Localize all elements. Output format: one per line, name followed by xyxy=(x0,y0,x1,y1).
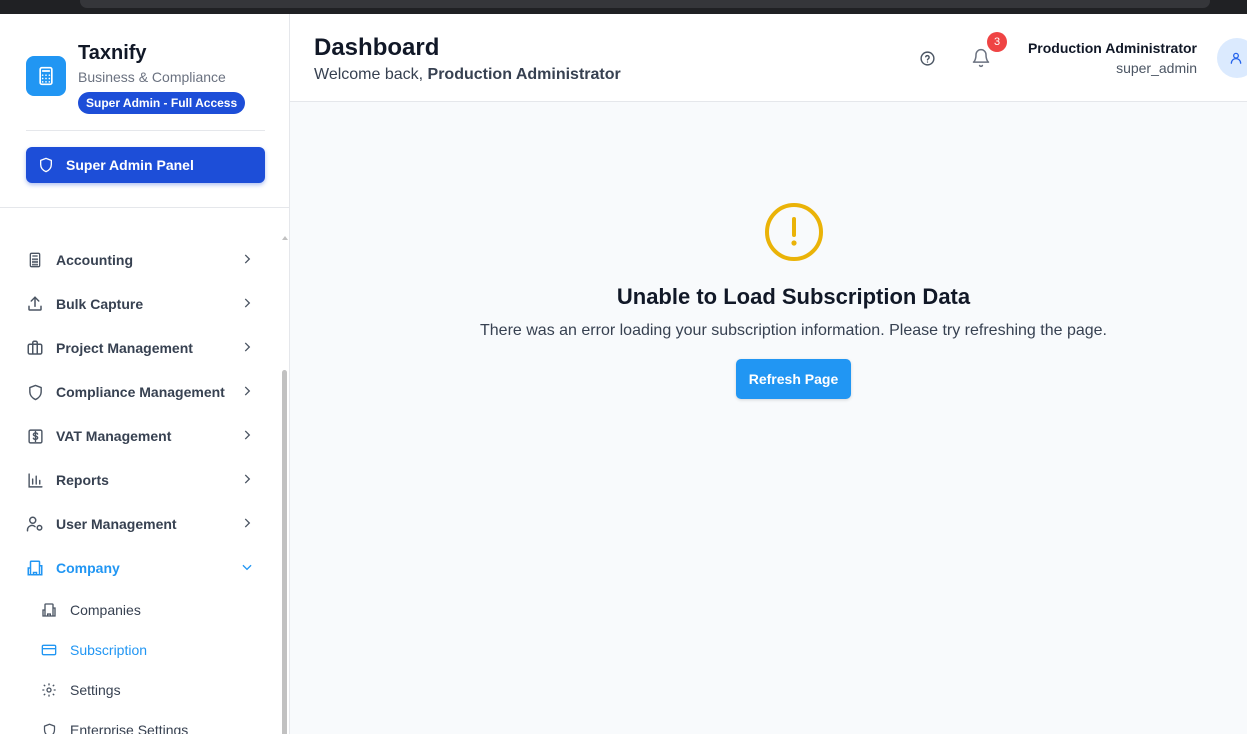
sidebar-subitem-companies[interactable]: Companies xyxy=(0,590,280,630)
user-role: super_admin xyxy=(1116,60,1197,76)
gear-icon xyxy=(41,682,57,698)
error-message: There was an error loading your subscrip… xyxy=(480,322,1107,339)
sidebar-item-label: Accounting xyxy=(56,252,133,268)
page-title: Dashboard xyxy=(314,34,440,61)
warning-circle-icon xyxy=(764,202,824,262)
chevron-right-icon xyxy=(240,296,254,310)
sidebar-item-vat-management[interactable]: VAT Management xyxy=(0,414,280,458)
sidebar-scrollbar[interactable] xyxy=(281,236,288,734)
top-header: Dashboard Welcome back, Production Admin… xyxy=(290,14,1247,102)
chevron-right-icon xyxy=(240,340,254,354)
sidebar-item-reports[interactable]: Reports xyxy=(0,458,280,502)
user-icon xyxy=(1229,51,1243,65)
notification-count-badge: 3 xyxy=(987,32,1007,52)
chevron-right-icon xyxy=(240,384,254,398)
welcome-message: Welcome back, Production Administrator xyxy=(314,66,621,84)
shield-icon xyxy=(38,157,54,173)
sidebar-subitem-enterprise-settings[interactable]: Enterprise Settings xyxy=(0,710,280,734)
divider xyxy=(26,130,265,131)
sidebar-item-bulk-capture[interactable]: Bulk Capture xyxy=(0,282,280,326)
question-circle-icon xyxy=(919,50,936,67)
divider xyxy=(0,207,289,208)
sidebar-item-label: Compliance Management xyxy=(56,384,225,400)
dollar-square-icon xyxy=(26,427,44,445)
building-icon xyxy=(26,559,44,577)
building-icon xyxy=(41,602,57,618)
sidebar: Taxnify Business & Compliance Super Admi… xyxy=(0,14,290,734)
calculator-icon xyxy=(26,251,44,269)
brand-name: Taxnify xyxy=(78,42,147,64)
browser-toolbar xyxy=(0,0,1247,14)
refresh-page-button[interactable]: Refresh Page xyxy=(736,359,851,399)
avatar[interactable] xyxy=(1217,38,1247,78)
brand-subtitle: Business & Compliance xyxy=(78,69,226,85)
chevron-right-icon xyxy=(240,516,254,530)
sidebar-item-user-management[interactable]: User Management xyxy=(0,502,280,546)
sidebar-subitem-label: Companies xyxy=(70,602,141,618)
sidebar-item-label: Reports xyxy=(56,472,109,488)
welcome-prefix: Welcome back, xyxy=(314,66,428,83)
credit-card-icon xyxy=(41,642,57,658)
sidebar-nav: Accounting Bulk Capture Project Manageme… xyxy=(0,238,280,734)
user-settings-icon xyxy=(26,515,44,533)
notifications-button[interactable] xyxy=(969,46,993,70)
chevron-right-icon xyxy=(240,472,254,486)
sidebar-subitem-subscription[interactable]: Subscription xyxy=(0,630,280,670)
sidebar-item-project-management[interactable]: Project Management xyxy=(0,326,280,370)
chevron-right-icon xyxy=(240,428,254,442)
sidebar-subitem-label: Subscription xyxy=(70,642,148,658)
scroll-up-arrow-icon[interactable] xyxy=(282,236,288,240)
sidebar-item-compliance-management[interactable]: Compliance Management xyxy=(0,370,280,414)
sidebar-subitem-settings[interactable]: Settings xyxy=(0,670,280,710)
sidebar-item-label: Project Management xyxy=(56,340,193,356)
briefcase-icon xyxy=(26,339,44,357)
sidebar-item-label: VAT Management xyxy=(56,428,172,444)
chevron-right-icon xyxy=(240,252,254,266)
brand-header: Taxnify Business & Compliance Super Admi… xyxy=(26,42,276,122)
calculator-logo-icon xyxy=(26,56,66,96)
scrollbar-thumb[interactable] xyxy=(282,370,287,734)
sidebar-item-label: Bulk Capture xyxy=(56,296,144,312)
sidebar-item-accounting[interactable]: Accounting xyxy=(0,238,280,282)
welcome-user-name: Production Administrator xyxy=(427,66,621,83)
user-name: Production Administrator xyxy=(1027,40,1197,56)
shield-icon xyxy=(26,383,44,401)
bar-chart-icon xyxy=(26,471,44,489)
sidebar-subitem-label: Enterprise Settings xyxy=(70,722,189,734)
bell-icon xyxy=(971,48,991,68)
error-title: Unable to Load Subscription Data xyxy=(616,284,971,309)
sidebar-item-company[interactable]: Company xyxy=(0,546,280,590)
sidebar-subitem-label: Settings xyxy=(70,682,121,698)
role-badge: Super Admin - Full Access xyxy=(78,92,246,114)
help-button[interactable] xyxy=(917,48,937,68)
sidebar-item-label: User Management xyxy=(56,516,177,532)
sidebar-item-label: Company xyxy=(56,560,120,576)
shield-icon xyxy=(41,722,57,734)
super-admin-panel-button[interactable]: Super Admin Panel xyxy=(26,147,265,183)
chevron-down-icon xyxy=(240,560,254,574)
address-bar[interactable] xyxy=(80,0,1210,8)
super-admin-panel-label: Super Admin Panel xyxy=(66,157,194,173)
upload-icon xyxy=(26,295,44,313)
